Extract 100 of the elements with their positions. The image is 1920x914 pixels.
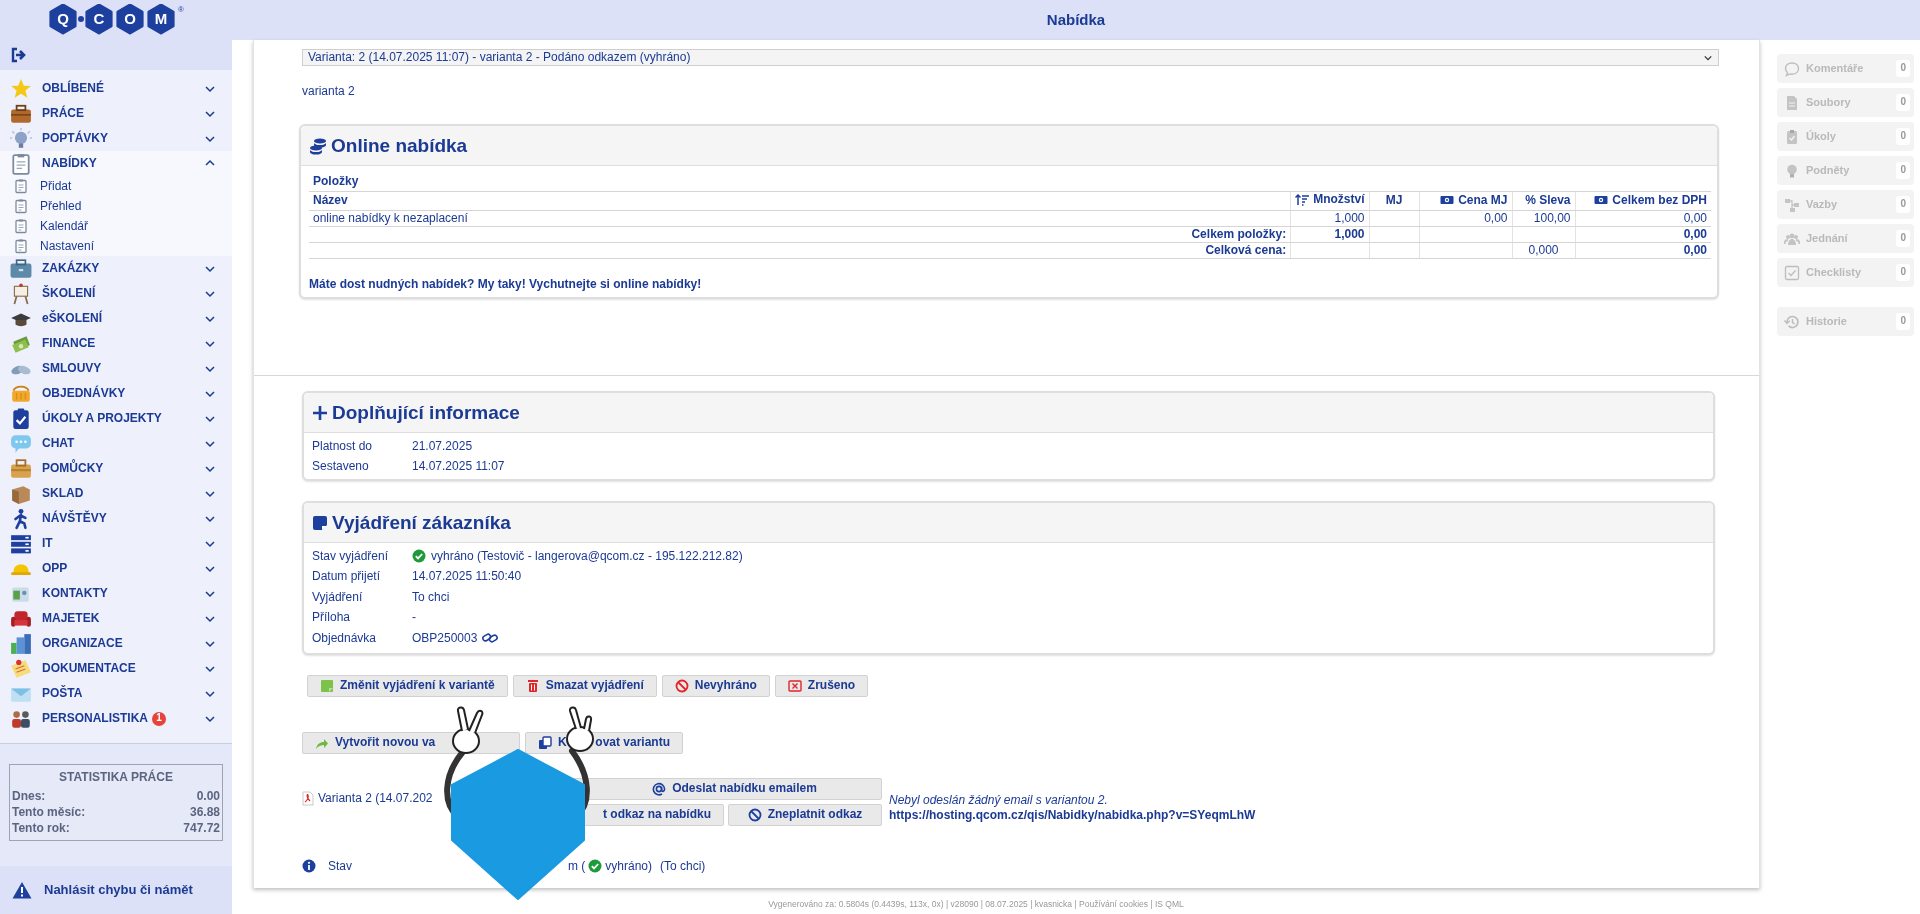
status-text: m ( <box>568 858 586 874</box>
stats-label: Tento měsíc: <box>12 805 86 821</box>
column-header: MJ <box>1369 192 1419 210</box>
hierarchy-icon <box>1784 196 1800 213</box>
table-cell: 0,00 <box>1575 226 1711 242</box>
count-badge: 0 <box>1896 94 1910 111</box>
column-header: Celkem bez DPH <box>1575 192 1711 210</box>
notification-badge: 1 <box>152 711 166 726</box>
sidebar-item[interactable]: ORGANIZACE <box>0 631 232 656</box>
file-icon <box>1784 94 1800 111</box>
sidebar-item[interactable]: PRÁCE <box>0 101 232 126</box>
sidebar-item[interactable]: PERSONALISTIKA 1 <box>0 706 232 731</box>
action-button[interactable]: Zneplatnit odkaz <box>728 803 882 826</box>
table-cell: 0,000 <box>1512 242 1575 258</box>
no-sign-icon <box>747 807 762 822</box>
email-note: Nebyl odeslán žádný email s variantou 2. <box>889 792 1109 808</box>
action-button[interactable]: Změnit vyjádření k variantě <box>307 674 508 697</box>
column-header: Cena MJ <box>1419 192 1512 210</box>
field-value: 14.07.2025 11:07 <box>412 459 505 475</box>
report-link[interactable]: Nahlásit chybu či námět <box>0 866 232 914</box>
sidebar-item[interactable]: KONTAKTY <box>0 581 232 606</box>
link-icon[interactable] <box>482 632 499 645</box>
sidebar-subitem[interactable]: Kalendář <box>0 216 232 236</box>
page-title: Nabídka <box>1045 10 1107 30</box>
sidebar-item[interactable]: OBLÍBENÉ <box>0 76 232 101</box>
clipboard-check-icon <box>10 407 32 430</box>
sidebar-item[interactable]: POŠTA <box>0 681 232 706</box>
banknote-icon <box>1594 195 1609 205</box>
card-title: Vyjádření zákazníka <box>332 510 511 535</box>
pdf-icon <box>302 790 314 806</box>
count-badge: 0 <box>1896 264 1910 281</box>
count-badge: 0 <box>1896 60 1910 77</box>
sidebar-item[interactable]: NÁVŠTĚVY <box>0 506 232 531</box>
action-button[interactable]: Zrušeno <box>774 674 869 697</box>
sidebar-item[interactable]: POMŮCKY <box>0 456 232 481</box>
sidebar-item[interactable]: ŠKOLENÍ <box>0 281 232 306</box>
sidebar-subitem[interactable]: Přidat <box>0 176 232 196</box>
stats-value: 36.88 <box>189 805 220 821</box>
field-label: Objednávka <box>312 630 378 646</box>
clipboard-icon <box>1784 128 1800 145</box>
variant-name: varianta 2 <box>302 84 356 100</box>
table-cell: 0,00 <box>1575 242 1711 258</box>
history-icon <box>1784 313 1800 330</box>
note-icon <box>320 678 334 693</box>
action-button[interactable]: Nevyhráno <box>661 674 770 697</box>
at-icon <box>652 781 667 796</box>
logout-icon[interactable] <box>10 47 28 63</box>
sidebar-item[interactable]: OPP <box>0 556 232 581</box>
sidebar-item[interactable]: OBJEDNÁVKY <box>0 381 232 406</box>
sidebar-item[interactable]: DOKUMENTACE <box>0 656 232 681</box>
coins-icon <box>309 136 327 155</box>
column-header: Množství <box>1290 192 1369 210</box>
field-label: Sestaveno <box>312 459 370 475</box>
count-badge: 0 <box>1896 162 1910 179</box>
trash-icon <box>525 678 540 693</box>
table-cell: online nabídky k nezaplacení <box>309 210 1291 226</box>
sidebar-subitem[interactable]: Nastavení <box>0 236 232 256</box>
field-label: Datum přijetí <box>312 569 382 585</box>
check-circle-icon <box>588 859 603 873</box>
field-label: Příloha <box>312 610 352 626</box>
variant-select[interactable]: Varianta: 2 (14.07.2025 11:07) - varianta 2 - Podáno odkazem (vyhráno) <box>302 49 1719 66</box>
count-badge: 0 <box>1896 230 1910 247</box>
sidebar-item[interactable]: SMLOUVY <box>0 356 232 381</box>
sidebar-item[interactable]: MAJETEK <box>0 606 232 631</box>
footer-text: Vygenerováno za: 0.5804s (0.4439s, 113x, 0x) | v28090 | 08.07.2025 | kvasnicka | Používání cookies | IS QML <box>767 898 1185 910</box>
checkbox-icon <box>1784 264 1800 281</box>
sidebar-item[interactable]: IT <box>0 531 232 556</box>
count-badge: 0 <box>1896 196 1910 213</box>
table-cell: 1,000 <box>1290 226 1369 242</box>
clipboard-icon <box>14 178 28 194</box>
sidebar-item[interactable]: FINANCE <box>0 331 232 356</box>
sidebar-item[interactable]: ÚKOLY A PROJEKTY <box>0 406 232 431</box>
field-label: Platnost do <box>312 438 374 454</box>
offer-url-link[interactable]: https://hosting.qcom.cz/qis/Nabidky/nabidka.php?v=SYeqmLhW <box>889 807 1256 823</box>
promo-text: Máte dost nudných nabídek? My taky! Vychutnejte si online nabídky! <box>309 276 703 291</box>
sidebar-item[interactable]: ZAKÁZKY <box>0 256 232 281</box>
sidebar-item[interactable]: SKLAD <box>0 481 232 506</box>
pdf-link[interactable]: Varianta 2 (14.07.202 <box>302 790 539 806</box>
sort-icon <box>1295 193 1310 206</box>
field-label: Vyjádření <box>312 589 364 605</box>
status-value: vyhráno) <box>605 858 652 874</box>
note-icon <box>312 514 328 531</box>
plus-icon <box>312 404 328 421</box>
sidebar-item[interactable]: CHAT <box>0 431 232 456</box>
action-button[interactable]: Smazat vyjádření <box>512 674 657 697</box>
sidebar-subitem[interactable]: Přehled <box>0 196 232 216</box>
table-cell: 1,000 <box>1290 210 1369 226</box>
check-circle-icon <box>412 549 426 564</box>
field-value: OBP250003 <box>412 630 478 646</box>
clipboard-icon <box>14 218 28 234</box>
column-header: % Sleva <box>1512 192 1575 210</box>
field-value: 21.07.2025 <box>412 438 473 454</box>
sidebar-item[interactable]: POPTÁVKY <box>0 126 232 151</box>
sidebar-item[interactable]: NABÍDKY <box>0 151 232 176</box>
lightbulb-icon <box>10 127 32 150</box>
warning-icon <box>12 881 32 899</box>
logo: Q C O M ® <box>47 4 185 36</box>
sidebar-item[interactable]: eŠKOLENÍ <box>0 306 232 331</box>
stats-value: 0.00 <box>196 789 220 805</box>
briefcase-icon <box>10 257 32 280</box>
